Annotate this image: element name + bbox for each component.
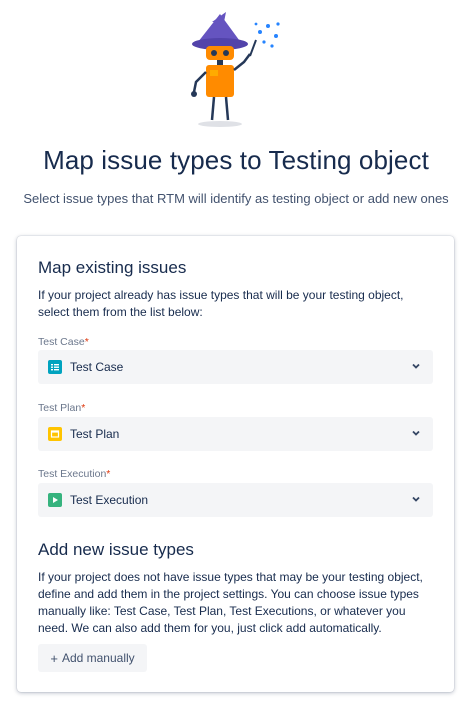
map-existing-title: Map existing issues [38, 258, 187, 277]
test-execution-select[interactable]: Test Execution [38, 483, 433, 517]
test-plan-label: Test Plan* [38, 402, 86, 414]
test-plan-value: Test Plan [70, 427, 120, 441]
required-asterisk: * [106, 468, 111, 480]
chevron-down-icon [412, 430, 420, 436]
page-title: Map issue types to Testing object [43, 145, 429, 175]
test-case-icon [48, 360, 62, 374]
test-case-select[interactable]: Test Case [38, 350, 433, 384]
add-new-description: If your project does not have issue type… [38, 570, 423, 635]
plus-icon: + [50, 650, 58, 666]
required-asterisk: * [81, 402, 86, 414]
add-new-title: Add new issue types [38, 540, 194, 559]
test-case-label: Test Case* [38, 336, 89, 348]
test-execution-label: Test Execution* [38, 468, 111, 480]
test-execution-icon [48, 493, 62, 507]
add-manually-button[interactable]: + Add manually [38, 644, 147, 672]
required-asterisk: * [84, 336, 89, 348]
test-case-value: Test Case [70, 360, 124, 374]
test-execution-value: Test Execution [70, 493, 149, 507]
page-subtitle: Select issue types that RTM will identif… [23, 191, 449, 206]
hero-illustration [0, 0, 472, 136]
test-plan-select[interactable]: Test Plan [38, 417, 433, 451]
test-plan-icon [48, 427, 62, 441]
wizard-robot-illustration [191, 12, 280, 127]
chevron-down-icon [412, 496, 420, 502]
chevron-down-icon [412, 363, 420, 369]
map-existing-description: If your project already has issue types … [38, 288, 404, 319]
setup-page: Map issue types to Testing object Select… [0, 0, 472, 704]
mapping-card: Map existing issues If your project alre… [17, 236, 454, 692]
